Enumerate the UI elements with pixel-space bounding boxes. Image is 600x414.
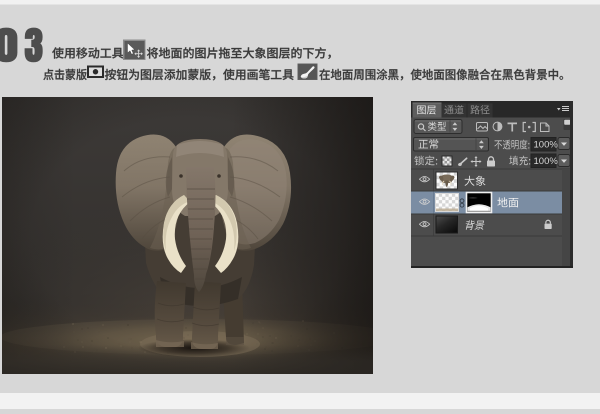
svg-text:100%: 100% [534,140,559,151]
svg-text:100%: 100% [534,156,559,167]
